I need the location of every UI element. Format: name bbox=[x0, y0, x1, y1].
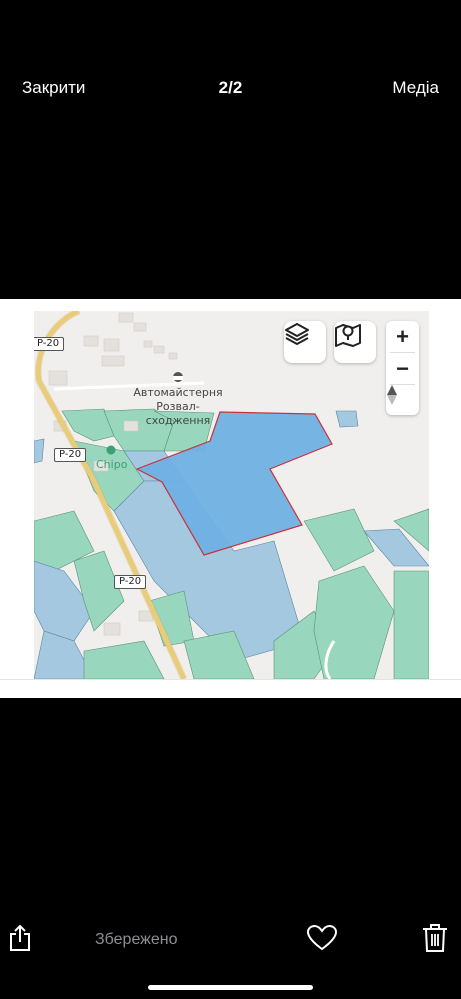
layers-button[interactable] bbox=[284, 321, 326, 363]
road-label: P-20 bbox=[114, 575, 147, 589]
share-icon bbox=[10, 924, 30, 951]
close-button[interactable]: Закрити bbox=[22, 78, 85, 98]
road-label: P-20 bbox=[54, 448, 87, 462]
layers-icon bbox=[285, 323, 309, 345]
poi-name-line2: Розвал-сходження bbox=[145, 400, 211, 427]
trash-icon bbox=[423, 924, 447, 952]
zoom-in-button[interactable]: + bbox=[386, 321, 419, 352]
bottom-toolbar: Збережено bbox=[0, 900, 461, 999]
map-screenshot: P-20 P-20 P-20 Автомайстерня Розвал-сход… bbox=[34, 311, 429, 679]
saved-status: Збережено bbox=[95, 931, 178, 948]
shop-label: Chipo bbox=[96, 458, 128, 471]
shop-icon bbox=[106, 445, 116, 455]
photo-viewer[interactable]: P-20 P-20 P-20 Автомайстерня Розвал-сход… bbox=[0, 299, 461, 698]
car-service-icon bbox=[173, 372, 183, 382]
road-label: P-20 bbox=[34, 337, 65, 351]
media-button[interactable]: Медіа bbox=[392, 78, 439, 98]
heart-icon bbox=[306, 924, 338, 951]
compass-button[interactable] bbox=[386, 384, 419, 415]
top-bar: Закрити 2/2 Медіа bbox=[0, 0, 461, 300]
poi-label: Автомайстерня Розвал-сходження bbox=[126, 386, 230, 428]
delete-button[interactable] bbox=[422, 923, 448, 958]
share-button[interactable] bbox=[8, 924, 32, 957]
zoom-out-button[interactable]: − bbox=[386, 353, 419, 384]
home-indicator bbox=[148, 985, 313, 990]
map-canvas bbox=[34, 311, 429, 679]
zoom-controls: + − bbox=[386, 321, 419, 415]
caption-strip bbox=[0, 679, 461, 698]
compass-icon bbox=[387, 385, 397, 405]
map-pin-icon bbox=[335, 324, 361, 347]
map-pin-button[interactable] bbox=[334, 321, 376, 363]
poi-name-line1: Автомайстерня bbox=[133, 386, 223, 399]
like-button[interactable] bbox=[306, 924, 338, 956]
